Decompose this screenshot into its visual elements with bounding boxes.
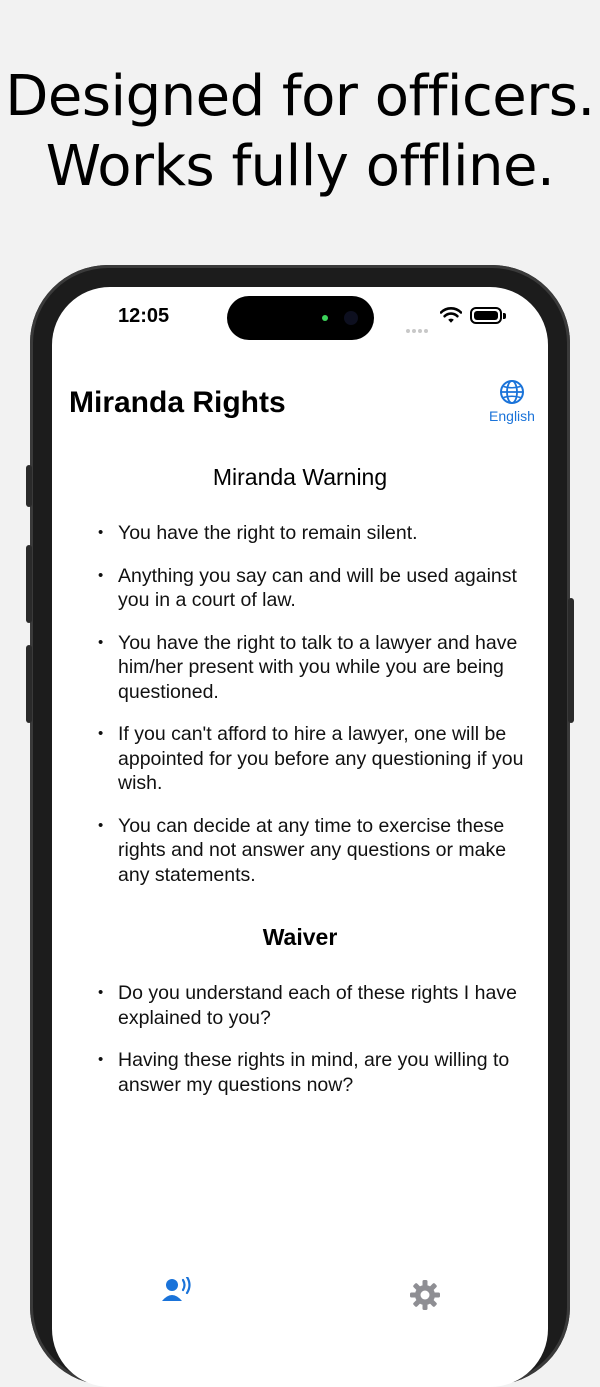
headline-line-2: Works fully offline.: [45, 134, 555, 199]
phone-side-button-power: [568, 598, 574, 723]
wifi-icon: [440, 307, 462, 323]
language-label: English: [489, 408, 535, 424]
list-item: If you can't afford to hire a lawyer, on…: [98, 722, 528, 796]
privacy-indicator-dot: [322, 315, 328, 321]
waiver-list: Do you understand each of these rights I…: [98, 981, 528, 1115]
headline-line-1: Designed for officers.: [5, 64, 595, 129]
globe-icon: [500, 380, 524, 404]
list-item: Anything you say can and will be used ag…: [98, 564, 528, 613]
dynamic-island: [227, 296, 374, 340]
phone-side-button-volume-up: [26, 545, 32, 623]
miranda-warning-list: You have the right to remain silent. Any…: [98, 521, 528, 905]
cellular-signal-icon: [406, 320, 430, 338]
list-item: You can decide at any time to exercise t…: [98, 814, 528, 888]
phone-screen: 12:05 Miranda Rights English Miranda War…: [52, 287, 548, 1387]
waiver-heading: Waiver: [262, 924, 338, 950]
language-button[interactable]: English: [482, 379, 542, 424]
list-item: Do you understand each of these rights I…: [98, 981, 528, 1030]
phone-side-button-mute: [26, 465, 32, 507]
speaking-person-icon[interactable]: [162, 1277, 196, 1301]
phone-side-button-volume-down: [26, 645, 32, 723]
battery-icon: [470, 307, 506, 324]
list-item: You have the right to remain silent.: [98, 521, 528, 546]
list-item: You have the right to talk to a lawyer a…: [98, 631, 528, 705]
gear-icon[interactable]: [410, 1280, 440, 1310]
list-item: Having these rights in mind, are you wil…: [98, 1048, 528, 1097]
marketing-headline: Designed for officers. Works fully offli…: [0, 62, 600, 202]
miranda-warning-heading: Miranda Warning: [212, 464, 388, 490]
status-time: 12:05: [118, 305, 170, 327]
page-title: Miranda Rights: [69, 386, 286, 419]
camera-icon: [344, 311, 358, 325]
